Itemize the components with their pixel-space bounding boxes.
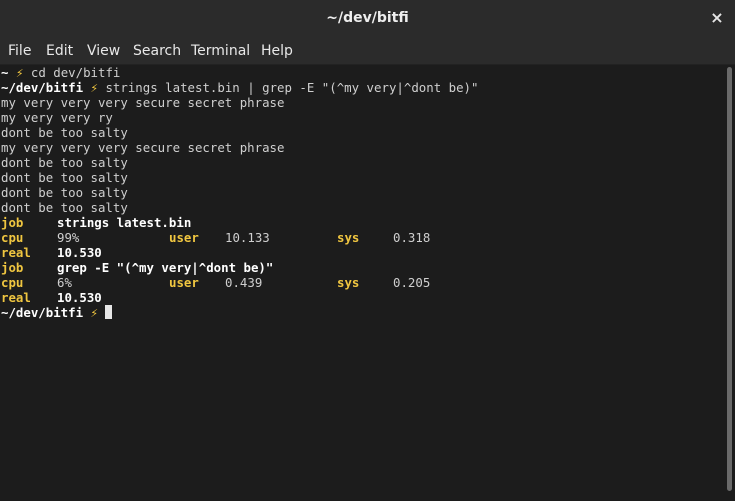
job-name: grep -E "(^my very|^dont be)" (57, 260, 274, 275)
sys-label: sys (337, 275, 360, 290)
command-line: ~/dev/bitfi ⚡ strings latest.bin | grep … (1, 80, 478, 95)
command-text: strings latest.bin | grep -E "(^my very|… (105, 80, 479, 95)
close-icon[interactable]: × (707, 8, 727, 28)
menu-file[interactable]: File (8, 42, 31, 62)
output-line: dont be too salty (1, 200, 128, 215)
menu-edit[interactable]: Edit (46, 42, 73, 62)
real-value: 10.530 (57, 290, 102, 305)
sys-label: sys (337, 230, 360, 245)
sys-value: 0.205 (393, 275, 431, 290)
timing-cpu-line: cpu 99% user 10.133 sys 0.318 (1, 230, 430, 245)
output-line: dont be too salty (1, 155, 128, 170)
job-label: job (1, 260, 24, 275)
output-line: my very very very secure secret phrase (1, 140, 285, 155)
real-label: real (1, 245, 31, 260)
command-text: cd dev/bitfi (30, 65, 121, 80)
text-cursor[interactable] (105, 305, 113, 319)
output-line: dont be too salty (1, 170, 128, 185)
user-label: user (169, 230, 199, 245)
prompt-path: ~/dev/bitfi (1, 80, 84, 95)
prompt-path: ~ (1, 65, 9, 80)
lightning-icon: ⚡ (15, 65, 24, 80)
lightning-icon: ⚡ (90, 305, 98, 320)
title-bar[interactable]: ~/dev/bitfi × (0, 0, 735, 38)
job-label: job (1, 215, 24, 230)
menu-search[interactable]: Search (133, 42, 181, 62)
real-value: 10.530 (57, 245, 102, 260)
timing-real-line: real 10.530 (1, 245, 102, 260)
menu-help[interactable]: Help (261, 42, 293, 62)
output-line: dont be too salty (1, 125, 128, 140)
user-label: user (169, 275, 199, 290)
terminal-output[interactable]: ~ ⚡ cd dev/bitfi ~/dev/bitfi ⚡ strings l… (0, 65, 724, 501)
cpu-value: 6% (57, 275, 72, 290)
menu-terminal[interactable]: Terminal (191, 42, 250, 62)
output-line: my very very very secure secret phrase (1, 95, 285, 110)
timing-cpu-line: cpu 6% user 0.439 sys 0.205 (1, 275, 430, 290)
output-line: dont be too salty (1, 185, 128, 200)
timing-job-line: job grep -E "(^my very|^dont be)" (1, 260, 273, 275)
terminal-window: ~/dev/bitfi × File Edit View Search Term… (0, 0, 735, 501)
prompt-path: ~/dev/bitfi (1, 305, 84, 320)
cpu-label: cpu (1, 275, 24, 290)
timing-job-line: job strings latest.bin (1, 215, 191, 230)
real-label: real (1, 290, 31, 305)
scrollbar-thumb[interactable] (727, 67, 732, 491)
job-name: strings latest.bin (57, 215, 192, 230)
window-title: ~/dev/bitfi (326, 10, 409, 26)
timing-real-line: real 10.530 (1, 290, 102, 305)
cpu-label: cpu (1, 230, 24, 245)
sys-value: 0.318 (393, 230, 431, 245)
user-value: 10.133 (225, 230, 270, 245)
output-line: my very very ry (1, 110, 113, 125)
lightning-icon: ⚡ (90, 80, 98, 95)
active-prompt-line: ~/dev/bitfi ⚡ (1, 305, 113, 320)
menu-view[interactable]: View (87, 42, 120, 62)
command-line: ~ ⚡ cd dev/bitfi (1, 65, 120, 80)
menu-bar: File Edit View Search Terminal Help (0, 38, 735, 65)
cpu-value: 99% (57, 230, 80, 245)
user-value: 0.439 (225, 275, 263, 290)
